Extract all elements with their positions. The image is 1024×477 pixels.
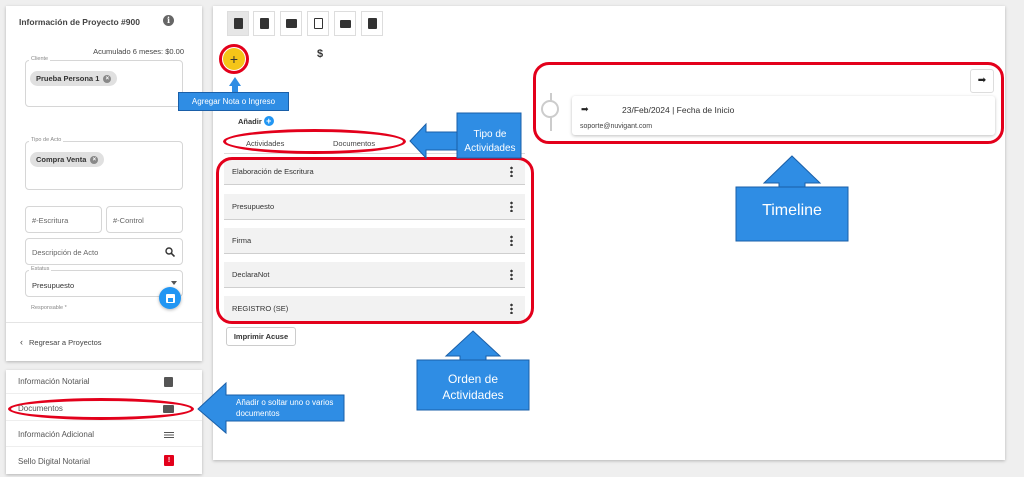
- documentos-highlight: [8, 398, 194, 420]
- escritura-placeholder: #-Escritura: [32, 216, 69, 225]
- save-icon: [165, 293, 175, 303]
- tab-document[interactable]: [253, 11, 275, 36]
- print-icon: [339, 19, 351, 28]
- notebook-icon: [164, 377, 173, 387]
- add-activity-button[interactable]: Añadir +: [238, 116, 274, 126]
- back-to-projects-link[interactable]: ‹ Regresar a Proyectos: [20, 337, 102, 347]
- document-icon: [259, 18, 269, 29]
- search-icon[interactable]: [165, 247, 175, 257]
- currency-symbol: $: [317, 48, 324, 60]
- remove-chip-icon[interactable]: ×: [90, 155, 99, 164]
- acumulado-text: Acumulado 6 meses: $0.00: [93, 47, 184, 56]
- plus-circle-icon: +: [263, 116, 274, 126]
- control-placeholder: #-Control: [113, 216, 144, 225]
- escritura-field[interactable]: #-Escritura: [25, 206, 102, 233]
- seal-icon: !: [164, 455, 174, 466]
- nav-item-sello-digital[interactable]: Sello Digital Notarial !: [6, 449, 202, 473]
- tipo-acto-chip[interactable]: Compra Venta ×: [30, 152, 105, 167]
- tabs-highlight: [223, 129, 406, 154]
- print-acuse-button[interactable]: Imprimir Acuse: [226, 327, 296, 346]
- file-icon: [367, 18, 377, 29]
- estatus-label: Estatus: [29, 266, 52, 272]
- copy-icon: [313, 18, 323, 29]
- save-button[interactable]: [159, 287, 181, 309]
- callout-timeline-arrow: [735, 155, 849, 242]
- add-activity-label: Añadir: [238, 116, 262, 126]
- timeline-highlight: [533, 62, 1004, 144]
- tab-copy[interactable]: [307, 11, 329, 36]
- nav-label: Información Notarial: [18, 377, 90, 386]
- descripcion-field[interactable]: Descripción de Acto: [25, 238, 183, 265]
- tab-clipboard[interactable]: [227, 11, 249, 36]
- divider: [6, 322, 202, 323]
- callout-orden: Orden de Actividades: [442, 372, 504, 402]
- responsable-label: Responsable *: [29, 305, 69, 311]
- clipboard-clock-icon: [233, 18, 243, 29]
- callout-tipo: Tipo de Actividades: [464, 129, 516, 154]
- chevron-left-icon: ‹: [20, 337, 23, 347]
- project-info-title: Información de Proyecto #900: [19, 17, 140, 27]
- callout-timeline: Timeline: [762, 202, 822, 219]
- tab-file[interactable]: [361, 11, 383, 36]
- back-label: Regresar a Proyectos: [29, 337, 102, 347]
- cliente-chip[interactable]: Prueba Persona 1 ×: [30, 71, 118, 86]
- callout-anadir-docs: Añadir o soltar uno o varios documentos: [236, 398, 334, 418]
- chevron-down-icon: [171, 281, 177, 285]
- nav-item-informacion-notarial[interactable]: Información Notarial: [6, 370, 202, 394]
- tab-print[interactable]: [334, 11, 356, 36]
- remove-chip-icon[interactable]: ×: [103, 74, 112, 83]
- callout-agregar: Agregar Nota o Ingreso: [178, 92, 289, 111]
- estatus-value: Presupuesto: [32, 281, 75, 290]
- list-icon: [164, 432, 174, 438]
- info-icon[interactable]: i: [163, 15, 174, 26]
- nav-item-informacion-adicional[interactable]: Información Adicional: [6, 423, 202, 447]
- add-note-button[interactable]: +: [223, 48, 245, 70]
- nav-label: Información Adicional: [18, 430, 95, 439]
- control-field[interactable]: #-Control: [106, 206, 183, 233]
- cliente-label: Cliente: [29, 56, 51, 62]
- activities-highlight: [216, 157, 534, 324]
- table-icon: [285, 19, 297, 28]
- tipo-acto-chip-label: Compra Venta: [36, 155, 87, 164]
- tab-table[interactable]: [280, 11, 302, 36]
- tipo-acto-label: Tipo de Acto: [29, 137, 64, 143]
- descripcion-placeholder: Descripción de Acto: [32, 248, 99, 257]
- nav-label: Sello Digital Notarial: [18, 456, 91, 466]
- cliente-chip-label: Prueba Persona 1: [36, 74, 100, 83]
